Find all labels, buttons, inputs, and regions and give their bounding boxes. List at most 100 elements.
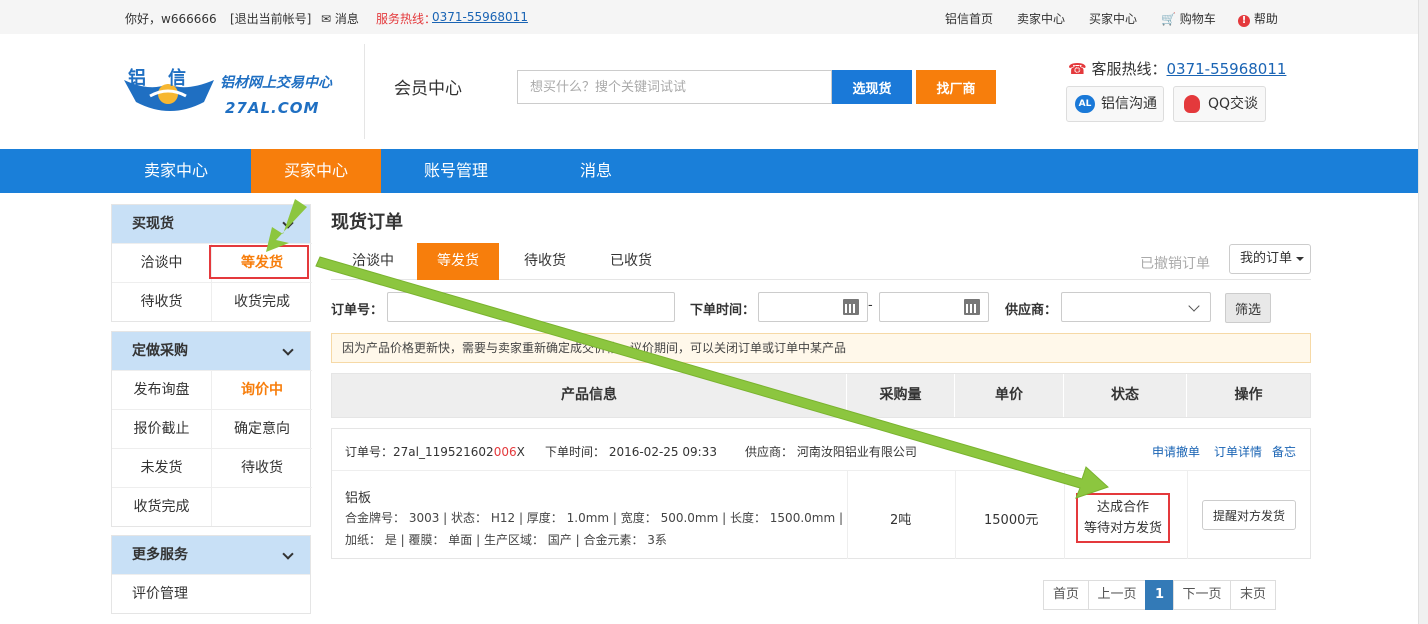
calendar-icon[interactable] (843, 299, 859, 315)
page-title: 现货订单 (331, 212, 403, 233)
top-link-home[interactable]: 铝信首页 (945, 10, 993, 27)
top-bar: 你好，w666666 [退出当前帐号] ✉ 消息 服务热线： 0371-5596… (0, 0, 1418, 34)
logo-title: 铝信 (128, 68, 208, 89)
logo-slogan: 铝材网上交易中心 (220, 75, 332, 91)
qq-icon (1184, 95, 1200, 113)
pager-next[interactable]: 下一页 (1173, 580, 1231, 610)
tab-negotiating[interactable]: 洽谈中 (331, 243, 415, 280)
nav-seller-center[interactable]: 卖家中心 (111, 149, 241, 193)
sidebar-custom-purchase: 定做采购 发布询盘 询价中 报价截止 确定意向 未发货 待收货 收货完成 (111, 331, 312, 527)
top-link-seller[interactable]: 卖家中心 (1017, 10, 1065, 27)
order-time: 下单时间： 2016-02-25 09:33 (545, 445, 717, 459)
sidebar-item-reviews[interactable]: 评价管理 (112, 574, 310, 613)
nav-account[interactable]: 账号管理 (391, 149, 521, 193)
cancel-order-link[interactable]: 申请撤单 (1152, 443, 1200, 460)
tab-awaiting-receipt[interactable]: 待收货 (503, 243, 587, 280)
find-factory-button[interactable]: 找厂商 (916, 70, 996, 104)
col-actions: 操作 (1234, 387, 1263, 403)
caret-down-icon (1296, 256, 1305, 261)
al-chat-icon: AL (1075, 95, 1095, 113)
chevron-down-icon (282, 344, 294, 356)
customer-hotline: ☎ 客服热线：0371-55968011 (1068, 60, 1287, 78)
product-name: 铝板 (345, 491, 372, 506)
col-quantity: 采购量 (847, 374, 955, 417)
cart-icon: 🛒 (1161, 12, 1176, 26)
customer-hotline-number[interactable]: 0371-55968011 (1166, 60, 1286, 78)
phone-icon: ☎ (1068, 60, 1087, 78)
sidebar-empty-cell (212, 487, 312, 526)
filter-button[interactable]: 筛选 (1225, 293, 1271, 323)
sidebar-item-inquiring[interactable]: 询价中 (212, 370, 312, 409)
logout-link[interactable]: [退出当前帐号] (230, 10, 311, 27)
sidebar-head-more-services[interactable]: 更多服务 (112, 536, 310, 574)
nav-buyer-center[interactable]: 买家中心 (251, 149, 381, 193)
chevron-down-icon (1188, 300, 1200, 312)
remind-shipment-button[interactable]: 提醒对方发货 (1202, 500, 1296, 530)
tab-awaiting-shipment[interactable]: 等发货 (417, 243, 499, 280)
date-from-input[interactable] (758, 292, 868, 322)
sidebar-head-buy-stock[interactable]: 买现货 (112, 205, 310, 243)
highlight-box (209, 245, 309, 279)
sidebar-item-negotiating[interactable]: 洽谈中 (112, 243, 212, 282)
scrollbar[interactable] (1418, 0, 1428, 624)
pager-last[interactable]: 末页 (1230, 580, 1276, 610)
pager-first[interactable]: 首页 (1043, 580, 1089, 610)
order-header: 订单号：27al_119521602006X 下单时间： 2016-02-25 … (332, 429, 1310, 471)
cart-link[interactable]: 🛒 购物车 (1161, 10, 1216, 27)
sidebar-item-confirm-intent[interactable]: 确定意向 (212, 409, 312, 448)
sidebar-item-received[interactable]: 收货完成 (212, 282, 312, 321)
order-no-label: 订单号： (331, 303, 384, 318)
order-memo-link[interactable]: 备忘 (1272, 443, 1296, 460)
col-product-info: 产品信息 (332, 374, 847, 417)
sidebar-item-receipt-done[interactable]: 收货完成 (112, 487, 212, 526)
help-link[interactable]: ! 帮助 (1238, 10, 1278, 27)
order-status: 达成合作 等待对方发货 (1076, 493, 1170, 543)
cancelled-orders-link[interactable]: 已撤销订单 (1140, 253, 1210, 273)
al-chat-button[interactable]: AL 铝信沟通 (1066, 86, 1164, 122)
chevron-down-icon (282, 548, 294, 560)
date-range-dash: - (868, 298, 873, 313)
sidebar-item-not-shipped[interactable]: 未发货 (112, 448, 212, 487)
sidebar-item-awaiting-receipt[interactable]: 待收货 (112, 282, 212, 321)
help-icon: ! (1238, 15, 1250, 27)
sidebar-item-post-inquiry[interactable]: 发布询盘 (112, 370, 212, 409)
message-link[interactable]: ✉ 消息 (321, 10, 359, 27)
col-unit-price: 单价 (955, 374, 1064, 417)
chevron-down-icon (282, 217, 294, 229)
site-logo[interactable]: 铝信 铝材网上交易中心 27AL.COM (120, 62, 350, 122)
order-unit-price: 15000元 (984, 513, 1039, 528)
main-nav: 卖家中心 买家中心 账号管理 消息 (0, 149, 1418, 193)
date-to-input[interactable] (879, 292, 989, 322)
order-no-input[interactable] (387, 292, 675, 322)
sidebar-head-custom-purchase[interactable]: 定做采购 (112, 332, 310, 370)
header-divider (364, 44, 365, 139)
supplier-select[interactable] (1061, 292, 1211, 322)
logo-domain: 27AL.COM (225, 99, 320, 117)
service-hotline-number[interactable]: 0371-55968011 (432, 10, 528, 24)
search-input[interactable] (517, 70, 832, 104)
sidebar-item-quote-closed[interactable]: 报价截止 (112, 409, 212, 448)
sidebar-more-services: 更多服务 评价管理 (111, 535, 311, 614)
sidebar-item-pending-receipt[interactable]: 待收货 (212, 448, 312, 487)
pager-page-1[interactable]: 1 (1145, 580, 1174, 610)
orders-table-header: 产品信息 采购量 单价 状态 操作 (331, 373, 1311, 418)
col-status: 状态 (1064, 374, 1187, 417)
order-supplier: 供应商： 河南汝阳铝业有限公司 (745, 445, 917, 459)
qq-chat-button[interactable]: QQ交谈 (1173, 86, 1266, 122)
order-time-label: 下单时间： (690, 303, 756, 318)
greeting: 你好，w666666 (125, 12, 217, 26)
order-card: 订单号：27al_119521602006X 下单时间： 2016-02-25 … (331, 428, 1311, 559)
pager-prev[interactable]: 上一页 (1088, 580, 1146, 610)
order-detail-link[interactable]: 订单详情 (1214, 443, 1262, 460)
tab-received[interactable]: 已收货 (589, 243, 673, 280)
price-notice: 因为产品价格更新快，需要与卖家重新确定成交价格。议价期间，可以关闭订单或订单中某… (331, 333, 1311, 363)
find-stock-button[interactable]: 选现货 (832, 70, 912, 104)
calendar-icon[interactable] (964, 299, 980, 315)
product-specs: 合金牌号： 3003 | 状态： H12 | 厚度： 1.0mm | 宽度： 5… (345, 511, 844, 525)
my-orders-dropdown[interactable]: 我的订单 (1229, 244, 1311, 274)
member-center-title: 会员中心 (394, 79, 462, 99)
top-link-buyer[interactable]: 买家中心 (1089, 10, 1137, 27)
order-number: 订单号：27al_119521602006X (345, 445, 525, 459)
service-hotline-label: 服务热线： (376, 12, 437, 26)
nav-messages[interactable]: 消息 (531, 149, 661, 193)
